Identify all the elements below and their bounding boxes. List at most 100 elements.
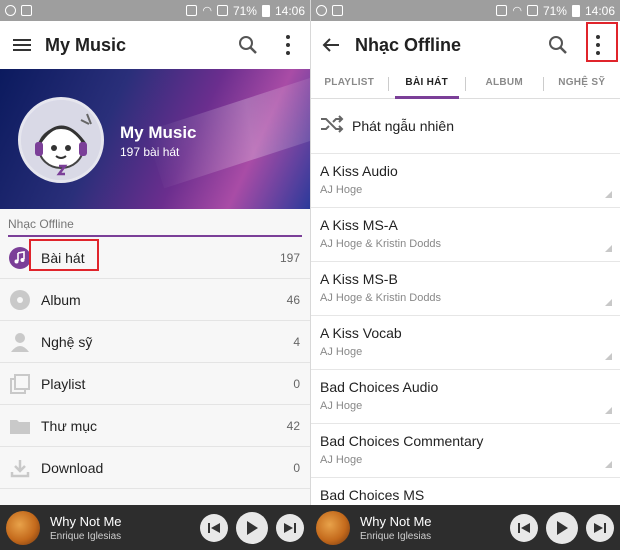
song-artist: AJ Hoge [320, 184, 363, 196]
right-screen: ◠ 71% 14:06 Nhạc Offline PLAYLIST BÀI HÁ… [310, 0, 620, 505]
disc-icon [9, 289, 31, 311]
song-artist: AJ Hoge [320, 400, 363, 412]
library-item-label: Nghệ sỹ [41, 333, 93, 350]
profile-banner: My Music 197 bài hát [0, 69, 310, 209]
song-artist: AJ Hoge [320, 346, 363, 358]
avatar[interactable] [18, 97, 104, 183]
wifi-icon: ◠ [202, 5, 212, 17]
more-options-icon[interactable] [605, 407, 612, 414]
library-item-label: Album [41, 291, 81, 308]
previous-track-icon[interactable] [510, 513, 538, 542]
mini-player[interactable]: Why Not Me Enrique Iglesias [0, 505, 310, 550]
menu-icon[interactable] [2, 25, 42, 65]
song-title: Bad Choices MS [320, 487, 425, 503]
library-item-label: Thư mục [41, 417, 98, 434]
signal-icon [526, 5, 538, 16]
download-icon [9, 457, 31, 479]
song-artist: AJ Hoge & Kristin Dodds [320, 238, 442, 250]
track-info[interactable]: Why Not Me Enrique Iglesias [360, 514, 502, 542]
battery-percent: 71% [542, 3, 567, 18]
song-item[interactable]: A Kiss MS-B AJ Hoge & Kristin Dodds [311, 262, 620, 316]
tab-songs[interactable]: BÀI HÁT [389, 69, 466, 99]
track-artist: Enrique Iglesias [50, 530, 122, 542]
library-list: Bài hát 197 Album 46 Nghệ sỹ 4 Playlist … [0, 237, 310, 489]
clock: 14:06 [274, 3, 305, 18]
track-title: Why Not Me [360, 513, 432, 529]
song-title: A Kiss MS-B [320, 271, 398, 287]
mute-icon [186, 5, 198, 16]
playlist-icon [9, 373, 31, 395]
previous-track-icon[interactable] [200, 513, 228, 542]
library-item-count: 42 [286, 418, 300, 433]
more-options-icon[interactable] [605, 461, 612, 468]
tab-bar: PLAYLIST BÀI HÁT ALBUM NGHỆ SỸ [311, 69, 620, 99]
back-arrow-icon[interactable] [311, 25, 351, 65]
song-title: Bad Choices Audio [320, 379, 439, 395]
library-item-playlist[interactable]: Playlist 0 [0, 363, 310, 405]
song-artist: AJ Hoge [320, 454, 363, 466]
song-item[interactable]: Bad Choices MS [311, 478, 620, 505]
shuffle-button[interactable]: Phát ngẫu nhiên [311, 99, 620, 154]
play-icon[interactable] [546, 511, 578, 544]
song-item[interactable]: A Kiss MS-A AJ Hoge & Kristin Dodds [311, 208, 620, 262]
section-title: Nhạc Offline [0, 209, 310, 235]
person-icon [9, 331, 31, 353]
album-art[interactable] [316, 510, 350, 545]
library-item-count: 0 [293, 376, 300, 391]
signal-icon [216, 5, 228, 16]
library-item-count: 4 [293, 334, 300, 349]
library-item-songs[interactable]: Bài hát 197 [0, 237, 310, 279]
search-icon[interactable] [538, 25, 578, 65]
song-list: A Kiss Audio AJ Hoge A Kiss MS-A AJ Hoge… [311, 154, 620, 505]
song-item[interactable]: Bad Choices Commentary AJ Hoge [311, 424, 620, 478]
song-title: A Kiss Vocab [320, 325, 402, 341]
left-screen: ◠ 71% 14:06 My Music My Music 197 bài há… [0, 0, 310, 505]
tab-artist[interactable]: NGHỆ SỸ [544, 69, 620, 99]
song-title: A Kiss MS-A [320, 217, 398, 233]
banner-song-count: 197 bài hát [120, 145, 180, 159]
library-item-download[interactable]: Download 0 [0, 447, 310, 489]
song-title: A Kiss Audio [320, 163, 398, 179]
overflow-menu-icon[interactable] [268, 25, 308, 65]
music-note-icon [9, 246, 31, 269]
next-track-icon[interactable] [276, 513, 304, 542]
status-bar: ◠ 71% 14:06 [311, 0, 620, 21]
song-item[interactable]: A Kiss Audio AJ Hoge [311, 154, 620, 208]
library-item-artist[interactable]: Nghệ sỹ 4 [0, 321, 310, 363]
wifi-icon: ◠ [512, 5, 522, 17]
tab-album[interactable]: ALBUM [466, 69, 543, 99]
page-title: My Music [45, 34, 127, 55]
page-title: Nhạc Offline [355, 34, 462, 55]
track-info[interactable]: Why Not Me Enrique Iglesias [50, 514, 192, 542]
more-options-icon[interactable] [605, 353, 612, 360]
more-options-icon[interactable] [605, 191, 612, 198]
song-item[interactable]: A Kiss Vocab AJ Hoge [311, 316, 620, 370]
mini-player[interactable]: Why Not Me Enrique Iglesias [310, 505, 620, 550]
shuffle-icon [320, 114, 344, 139]
folder-icon [9, 415, 31, 437]
library-item-album[interactable]: Album 46 [0, 279, 310, 321]
search-icon[interactable] [228, 25, 268, 65]
battery-icon [571, 4, 580, 17]
library-item-count: 0 [293, 460, 300, 475]
highlight-box [586, 22, 618, 62]
album-art[interactable] [6, 510, 40, 545]
track-title: Why Not Me [50, 513, 122, 529]
skype-icon [316, 5, 327, 16]
more-options-icon[interactable] [605, 245, 612, 252]
banner-title: My Music [120, 123, 197, 142]
library-item-folder[interactable]: Thư mục 42 [0, 405, 310, 447]
status-bar: ◠ 71% 14:06 [0, 0, 310, 21]
track-artist: Enrique Iglesias [360, 530, 432, 542]
library-item-label: Download [41, 459, 104, 476]
play-icon[interactable] [236, 511, 268, 544]
song-title: Bad Choices Commentary [320, 433, 484, 449]
app-bar: Nhạc Offline [311, 21, 620, 69]
song-item[interactable]: Bad Choices Audio AJ Hoge [311, 370, 620, 424]
more-options-icon[interactable] [605, 299, 612, 306]
next-track-icon[interactable] [586, 513, 614, 542]
battery-percent: 71% [232, 3, 257, 18]
library-item-count: 197 [279, 250, 300, 265]
mute-icon [496, 5, 508, 16]
tab-playlist[interactable]: PLAYLIST [311, 69, 388, 99]
